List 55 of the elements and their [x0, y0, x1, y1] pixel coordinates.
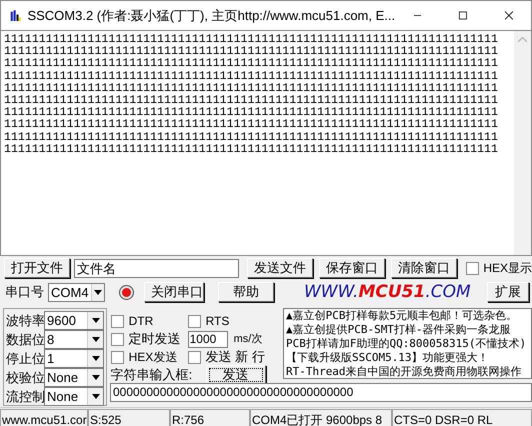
window-title: SSCOM3.2 (作者:聂小猛(丁丁), 主页http://www.mcu51.com, E...	[27, 6, 396, 25]
checkbox-label: DTR	[128, 313, 154, 330]
checkbox[interactable]	[110, 314, 124, 328]
help-button[interactable]: 帮助	[218, 282, 274, 302]
app-logo-icon	[10, 8, 22, 24]
toolbar-button[interactable]: 发送文件	[246, 258, 313, 278]
dropdown[interactable]: COM4	[48, 282, 105, 302]
close-port-button[interactable]: 关闭串口	[144, 282, 204, 302]
checkbox[interactable]	[188, 350, 201, 364]
interval-field[interactable]: 1000	[188, 330, 228, 348]
dropdown[interactable]: None	[44, 387, 104, 406]
setting-label: 流控制	[6, 388, 44, 406]
expand-button[interactable]: 扩展	[487, 282, 529, 302]
port-label: 串口号	[5, 283, 44, 302]
checkbox[interactable]	[188, 314, 201, 328]
status-field: S:525	[88, 408, 170, 426]
notice-line: ▲嘉立创PCB打样每款5元顺丰包邮！可选杂色。	[286, 309, 518, 323]
dropdown[interactable]: 1	[44, 349, 104, 368]
file-name-field[interactable]: 文件名	[74, 258, 239, 278]
checkbox-label: HEX显示	[483, 260, 532, 277]
checkbox[interactable]	[110, 332, 124, 346]
website-logo: WWW.MCU51.COM	[304, 281, 471, 303]
notice-line: 【下载升级版SSCOM5.13】功能更强大！	[286, 351, 490, 365]
status-field: www.mcu51.cor	[0, 408, 88, 426]
notice-line: PCB打样请加F助理的QQ:800058315(不懂技术)	[286, 337, 528, 351]
checkbox-label: HEX发送	[128, 349, 178, 366]
status-field: R:756	[170, 408, 250, 426]
unit-label: ms/次	[234, 332, 262, 347]
checkbox-label: 定时发送	[128, 330, 182, 348]
notice-line: RT-Thread来自中国的开源免费商用物联网操作	[286, 365, 523, 378]
dropdown[interactable]: 9600	[44, 311, 104, 330]
maximize-icon[interactable]	[459, 10, 468, 21]
open-file-button[interactable]: 打开文件	[4, 258, 70, 278]
dropdown[interactable]: 8	[44, 330, 104, 349]
scrollbar[interactable]	[514, 31, 531, 255]
checkbox[interactable]	[110, 350, 124, 364]
checkbox-label: 发送 新 行	[206, 348, 265, 366]
close-icon[interactable]	[505, 10, 513, 21]
checkbox[interactable]	[466, 262, 480, 274]
send-text-field[interactable]: 000000000000000000000000000000000000	[110, 383, 532, 402]
notice-line: ▲嘉立创提供PCB-SMT打样-器件采购一条龙服	[286, 323, 512, 337]
toolbar-button[interactable]: 清除窗口	[390, 258, 457, 278]
dropdown[interactable]: None	[44, 368, 104, 387]
setting-label: 校验位	[6, 368, 44, 387]
minimize-icon[interactable]	[414, 15, 422, 16]
checkbox-label: RTS	[206, 313, 230, 330]
status-field: CTS=0 DSR=0 RL	[392, 408, 532, 426]
setting-label: 停止位	[6, 350, 44, 368]
input-label: 字符串输入框:	[110, 366, 194, 384]
setting-label: 数据位	[6, 330, 44, 349]
status-field: COM4已打开 9600bps 8	[250, 408, 392, 426]
toolbar-button[interactable]: 保存窗口	[318, 258, 385, 278]
output-text: 11111111111111111111111111111111111111111111111111111111111111111111111 11111111111111111111111111111111111111111111111111111111111111111111111 11111111111111111111111111111111111111111111111111111111111111111111111 11111111111111111111111111111111111111111111111111111111111111111111111 11111111111111111111111111111111111111111111111111111111111111111111111 11111111111111111111111111111111111111111111111111111111111111111111111 11111111111111111111111111111111111111111111111111111111111111111111111 11111111111111111111111111111111111111111111111111111111111111111111111 11111111111111111111111111111111111111111111111111111111111111111111111 11111111111111111111111111111111111111111111111111111111111111111111111	[3, 32, 499, 158]
setting-label: 波特率	[6, 312, 44, 330]
send-button[interactable]: 发送	[206, 365, 266, 385]
